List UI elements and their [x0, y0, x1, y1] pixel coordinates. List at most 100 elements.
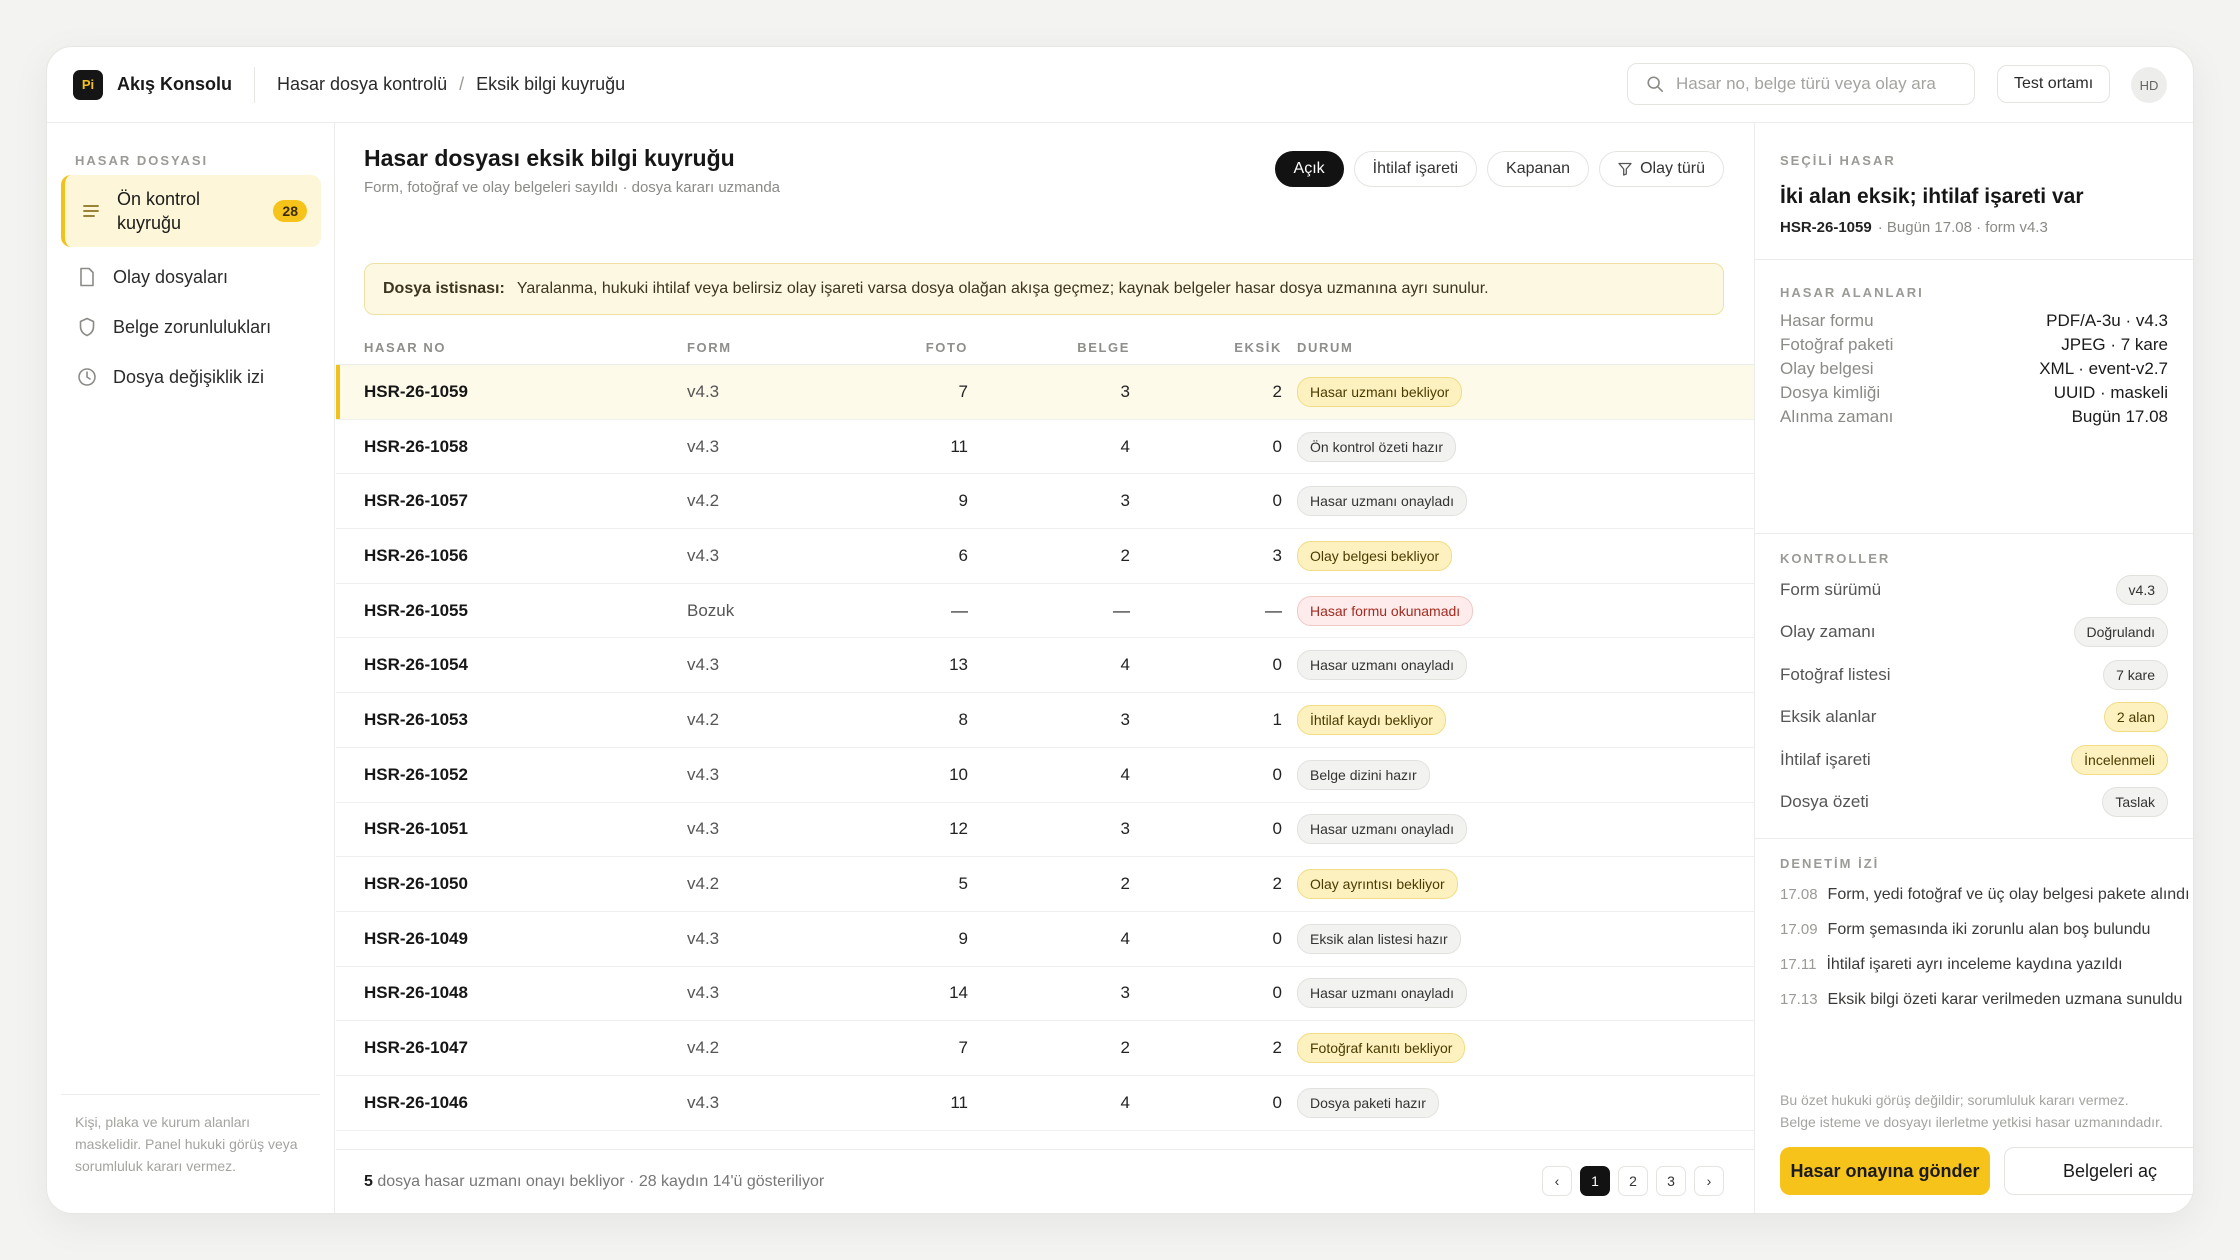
- avatar[interactable]: HD: [2131, 67, 2167, 103]
- next-page-button[interactable]: ›: [1694, 1166, 1724, 1196]
- col-status[interactable]: DURUM: [1297, 340, 1353, 355]
- photo-count: 14: [949, 983, 968, 1003]
- control-label: İhtilaf işareti: [1780, 749, 1871, 769]
- status-badge: Hasar formu okunamadı: [1297, 595, 1474, 626]
- table-row[interactable]: HSR-26-1057 v4.2 9 3 0 Hasar uzmanı onayladı: [336, 474, 1754, 530]
- sidebar-item-change-log[interactable]: Dosya değişiklik izi: [61, 357, 321, 397]
- control-row: Olay zamanı Doğrulandı: [1780, 615, 2168, 649]
- photo-count: 7: [958, 381, 968, 401]
- search-input[interactable]: [1676, 74, 1956, 94]
- claim-id: HSR-26-1048: [364, 983, 468, 1003]
- status-badge: Hasar uzmanı onayladı: [1297, 978, 1467, 1009]
- table-row[interactable]: HSR-26-1050 v4.2 5 2 2 Olay ayrıntısı bekliyo…: [336, 857, 1754, 912]
- list-icon: [79, 203, 103, 219]
- pending-count: 5: [364, 1173, 373, 1190]
- environment-button[interactable]: Test ortamı: [1997, 65, 2111, 103]
- filter-incident-type[interactable]: Olay türü: [1599, 151, 1724, 187]
- document-count: —: [1113, 600, 1130, 620]
- table-row[interactable]: HSR-26-1059 v4.3 7 3 2 Hasar uzmanı bekliyor: [336, 365, 1754, 420]
- filter-closed[interactable]: Kapanan: [1487, 151, 1590, 187]
- audit-entry: 17.09 Form şemasında iki zorunlu alan boş…: [1780, 921, 2173, 939]
- status-badge: Olay belgesi bekliyor: [1297, 540, 1453, 571]
- sidebar-section-title: HASAR DOSYASI: [75, 153, 209, 168]
- audit-time: 17.13: [1780, 991, 1818, 1008]
- controls-section-title: KONTROLLER: [1780, 551, 1891, 566]
- open-documents-button[interactable]: Belgeleri aç: [2004, 1147, 2193, 1195]
- table-row[interactable]: HSR-26-1058 v4.3 11 4 0 Ön kontrol özeti hazı…: [336, 420, 1754, 475]
- pagination: ‹ 1 2 3 ›: [1542, 1166, 1724, 1196]
- photo-count: 11: [950, 436, 968, 456]
- brand[interactable]: Pi Akış Konsolu: [73, 69, 233, 100]
- missing-count: 0: [1272, 491, 1282, 511]
- audit-text: Form şemasında iki zorunlu alan boş bulu…: [1827, 921, 2151, 938]
- document-count: 4: [1120, 436, 1130, 456]
- divider: [1755, 838, 2193, 839]
- table-row[interactable]: HSR-26-1052 v4.3 10 4 0 Belge dizini hazır: [336, 748, 1754, 803]
- divider: [254, 66, 256, 103]
- claim-id: HSR-26-1050: [364, 874, 468, 894]
- missing-count: 2: [1272, 1038, 1282, 1058]
- document-count: 2: [1120, 1038, 1130, 1058]
- missing-count: 0: [1272, 928, 1282, 948]
- sidebar: HASAR DOSYASI Ön kontrol kuyruğu 28 Olay…: [47, 123, 335, 1213]
- status-badge: İhtilaf kaydı bekliyor: [1297, 704, 1446, 735]
- page-subtitle: Form, fotoğraf ve olay belgeleri sayıldı…: [364, 179, 781, 196]
- page-2-button[interactable]: 2: [1618, 1166, 1648, 1196]
- col-photo[interactable]: FOTO: [926, 340, 968, 355]
- table-row[interactable]: HSR-26-1055 Bozuk — — — Hasar formu okunamadı: [336, 584, 1754, 639]
- form-version: v4.3: [687, 381, 720, 401]
- filter-open[interactable]: Açık: [1274, 151, 1344, 187]
- status-badge: Dosya paketi hazır: [1297, 1087, 1439, 1118]
- page-1-button[interactable]: 1: [1580, 1166, 1610, 1196]
- page-3-button[interactable]: 3: [1656, 1166, 1686, 1196]
- claim-id: HSR-26-1046: [364, 1092, 468, 1112]
- sidebar-item-label: Dosya değişiklik izi: [113, 367, 265, 387]
- table-row[interactable]: HSR-26-1051 v4.3 12 3 0 Hasar uzmanı onayladı: [336, 803, 1754, 858]
- shield-icon: [75, 317, 99, 337]
- photo-count: 10: [949, 764, 968, 784]
- breadcrumb-item-parent[interactable]: Hasar dosya kontrolü: [277, 74, 447, 95]
- claim-id: HSR-26-1047: [364, 1038, 468, 1058]
- field-label: Fotoğraf paketi: [1780, 335, 1894, 354]
- main-content: Hasar dosyası eksik bilgi kuyruğu Form, …: [336, 123, 1754, 1213]
- col-missing[interactable]: EKSİK: [1234, 340, 1282, 355]
- claim-id: HSR-26-1054: [364, 655, 468, 675]
- document-count: 4: [1120, 655, 1130, 675]
- table-row[interactable]: HSR-26-1049 v4.3 9 4 0 Eksik alan listesi haz…: [336, 912, 1754, 967]
- col-document[interactable]: BELGE: [1077, 340, 1130, 355]
- search-box[interactable]: [1627, 63, 1975, 105]
- breadcrumb-item-current: Eksik bilgi kuyruğu: [476, 74, 626, 94]
- sidebar-item-pre-check-queue[interactable]: Ön kontrol kuyruğu 28: [61, 175, 321, 247]
- app-logo: Pi: [73, 69, 103, 100]
- table-row[interactable]: HSR-26-1054 v4.3 13 4 0 Hasar uzmanı onayladı: [336, 638, 1754, 694]
- send-for-approval-button[interactable]: Hasar onayına gönder: [1780, 1147, 1990, 1195]
- missing-count: 3: [1272, 545, 1282, 565]
- table-row[interactable]: HSR-26-1053 v4.2 8 3 1 İhtilaf kaydı bekliyor: [336, 693, 1754, 748]
- document-count: 3: [1120, 819, 1130, 839]
- filter-dispute-flag[interactable]: İhtilaf işareti: [1353, 151, 1478, 187]
- col-claim-no[interactable]: HASAR NO: [364, 340, 446, 355]
- table-row[interactable]: HSR-26-1056 v4.3 6 2 3 Olay belgesi bekliyor: [336, 529, 1754, 584]
- table-row[interactable]: HSR-26-1048 v4.3 14 3 0 Hasar uzmanı onayladı: [336, 967, 1754, 1022]
- missing-count: —: [1265, 600, 1282, 620]
- sidebar-item-incident-files[interactable]: Olay dosyaları: [61, 257, 321, 297]
- photo-count: 12: [949, 819, 968, 839]
- table-row[interactable]: HSR-26-1047 v4.2 7 2 2 Fotoğraf kanıtı bekliy…: [336, 1021, 1754, 1076]
- form-version: v4.2: [687, 1038, 720, 1058]
- photo-count: —: [951, 600, 968, 620]
- form-version: v4.3: [687, 436, 720, 456]
- sidebar-item-document-requirements[interactable]: Belge zorunlulukları: [61, 307, 321, 347]
- app-name: Akış Konsolu: [117, 74, 233, 94]
- col-form[interactable]: FORM: [687, 340, 732, 355]
- field-label: Hasar formu: [1780, 311, 1874, 330]
- form-version: Bozuk: [687, 600, 735, 620]
- prev-page-button[interactable]: ‹: [1542, 1166, 1572, 1196]
- form-version: v4.3: [687, 764, 720, 784]
- control-status-badge: v4.3: [2115, 575, 2168, 605]
- form-version: v4.3: [687, 1092, 720, 1112]
- status-badge: Olay ayrıntısı bekliyor: [1297, 869, 1458, 900]
- table-row[interactable]: HSR-26-1046 v4.3 11 4 0 Dosya paketi hazır: [336, 1076, 1754, 1131]
- panel-title: İki alan eksik; ihtilaf işareti var: [1780, 185, 2084, 208]
- control-row: Dosya özeti Taslak: [1780, 785, 2168, 819]
- audit-time: 17.11: [1780, 956, 1817, 973]
